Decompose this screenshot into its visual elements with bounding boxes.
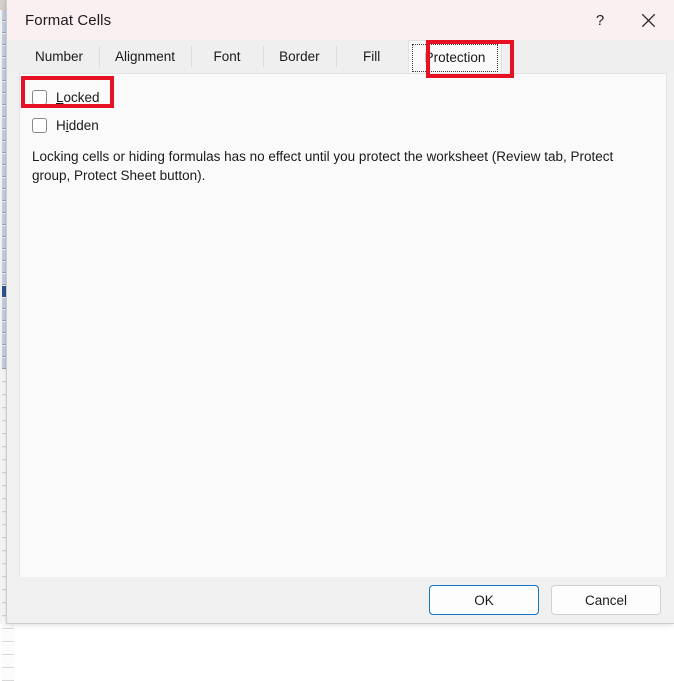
- cancel-button[interactable]: Cancel: [551, 585, 661, 615]
- tab-number-label: Number: [35, 49, 84, 64]
- tab-border-label: Border: [279, 49, 320, 64]
- dialog-footer: OK Cancel: [7, 577, 674, 623]
- hidden-checkbox-label: Hidden: [56, 117, 99, 133]
- tab-number[interactable]: Number: [19, 40, 99, 73]
- worksheet-grid-row: [2, 630, 14, 642]
- tab-protection-label: Protection: [424, 49, 486, 65]
- tab-protection[interactable]: Protection: [407, 40, 503, 73]
- ok-button[interactable]: OK: [429, 585, 539, 615]
- dialog-title: Format Cells: [25, 11, 112, 29]
- dialog-titlebar: Format Cells ?: [7, 0, 674, 40]
- tab-font-label: Font: [213, 49, 241, 64]
- help-glyph: ?: [595, 11, 605, 29]
- locked-checkbox-label: Locked: [56, 89, 100, 105]
- worksheet-grid-row: [2, 669, 14, 681]
- help-icon[interactable]: ?: [578, 0, 622, 40]
- protection-tab-panel: Locked Hidden Locking cells or hiding fo…: [19, 73, 667, 578]
- locked-checkbox-row[interactable]: Locked: [32, 84, 666, 110]
- tab-fill-label: Fill: [362, 49, 381, 64]
- tab-border[interactable]: Border: [263, 40, 336, 73]
- protection-description-text: Locking cells or hiding formulas has no …: [32, 149, 614, 183]
- tab-font[interactable]: Font: [191, 40, 263, 73]
- dialog-tabstrip: Number Alignment Font Border Fill Protec…: [7, 40, 674, 73]
- worksheet-grid-row: [2, 656, 14, 668]
- format-cells-dialog: Format Cells ? Number Alignment Font Bor…: [6, 0, 674, 624]
- locked-checkbox[interactable]: [32, 89, 47, 105]
- hidden-checkbox-row[interactable]: Hidden: [32, 112, 666, 138]
- tab-alignment[interactable]: Alignment: [99, 40, 191, 73]
- tab-fill[interactable]: Fill: [335, 40, 408, 73]
- tab-alignment-label: Alignment: [115, 49, 176, 64]
- hidden-checkbox[interactable]: [32, 117, 47, 133]
- close-icon[interactable]: [626, 0, 670, 40]
- worksheet-grid-row: [2, 643, 14, 655]
